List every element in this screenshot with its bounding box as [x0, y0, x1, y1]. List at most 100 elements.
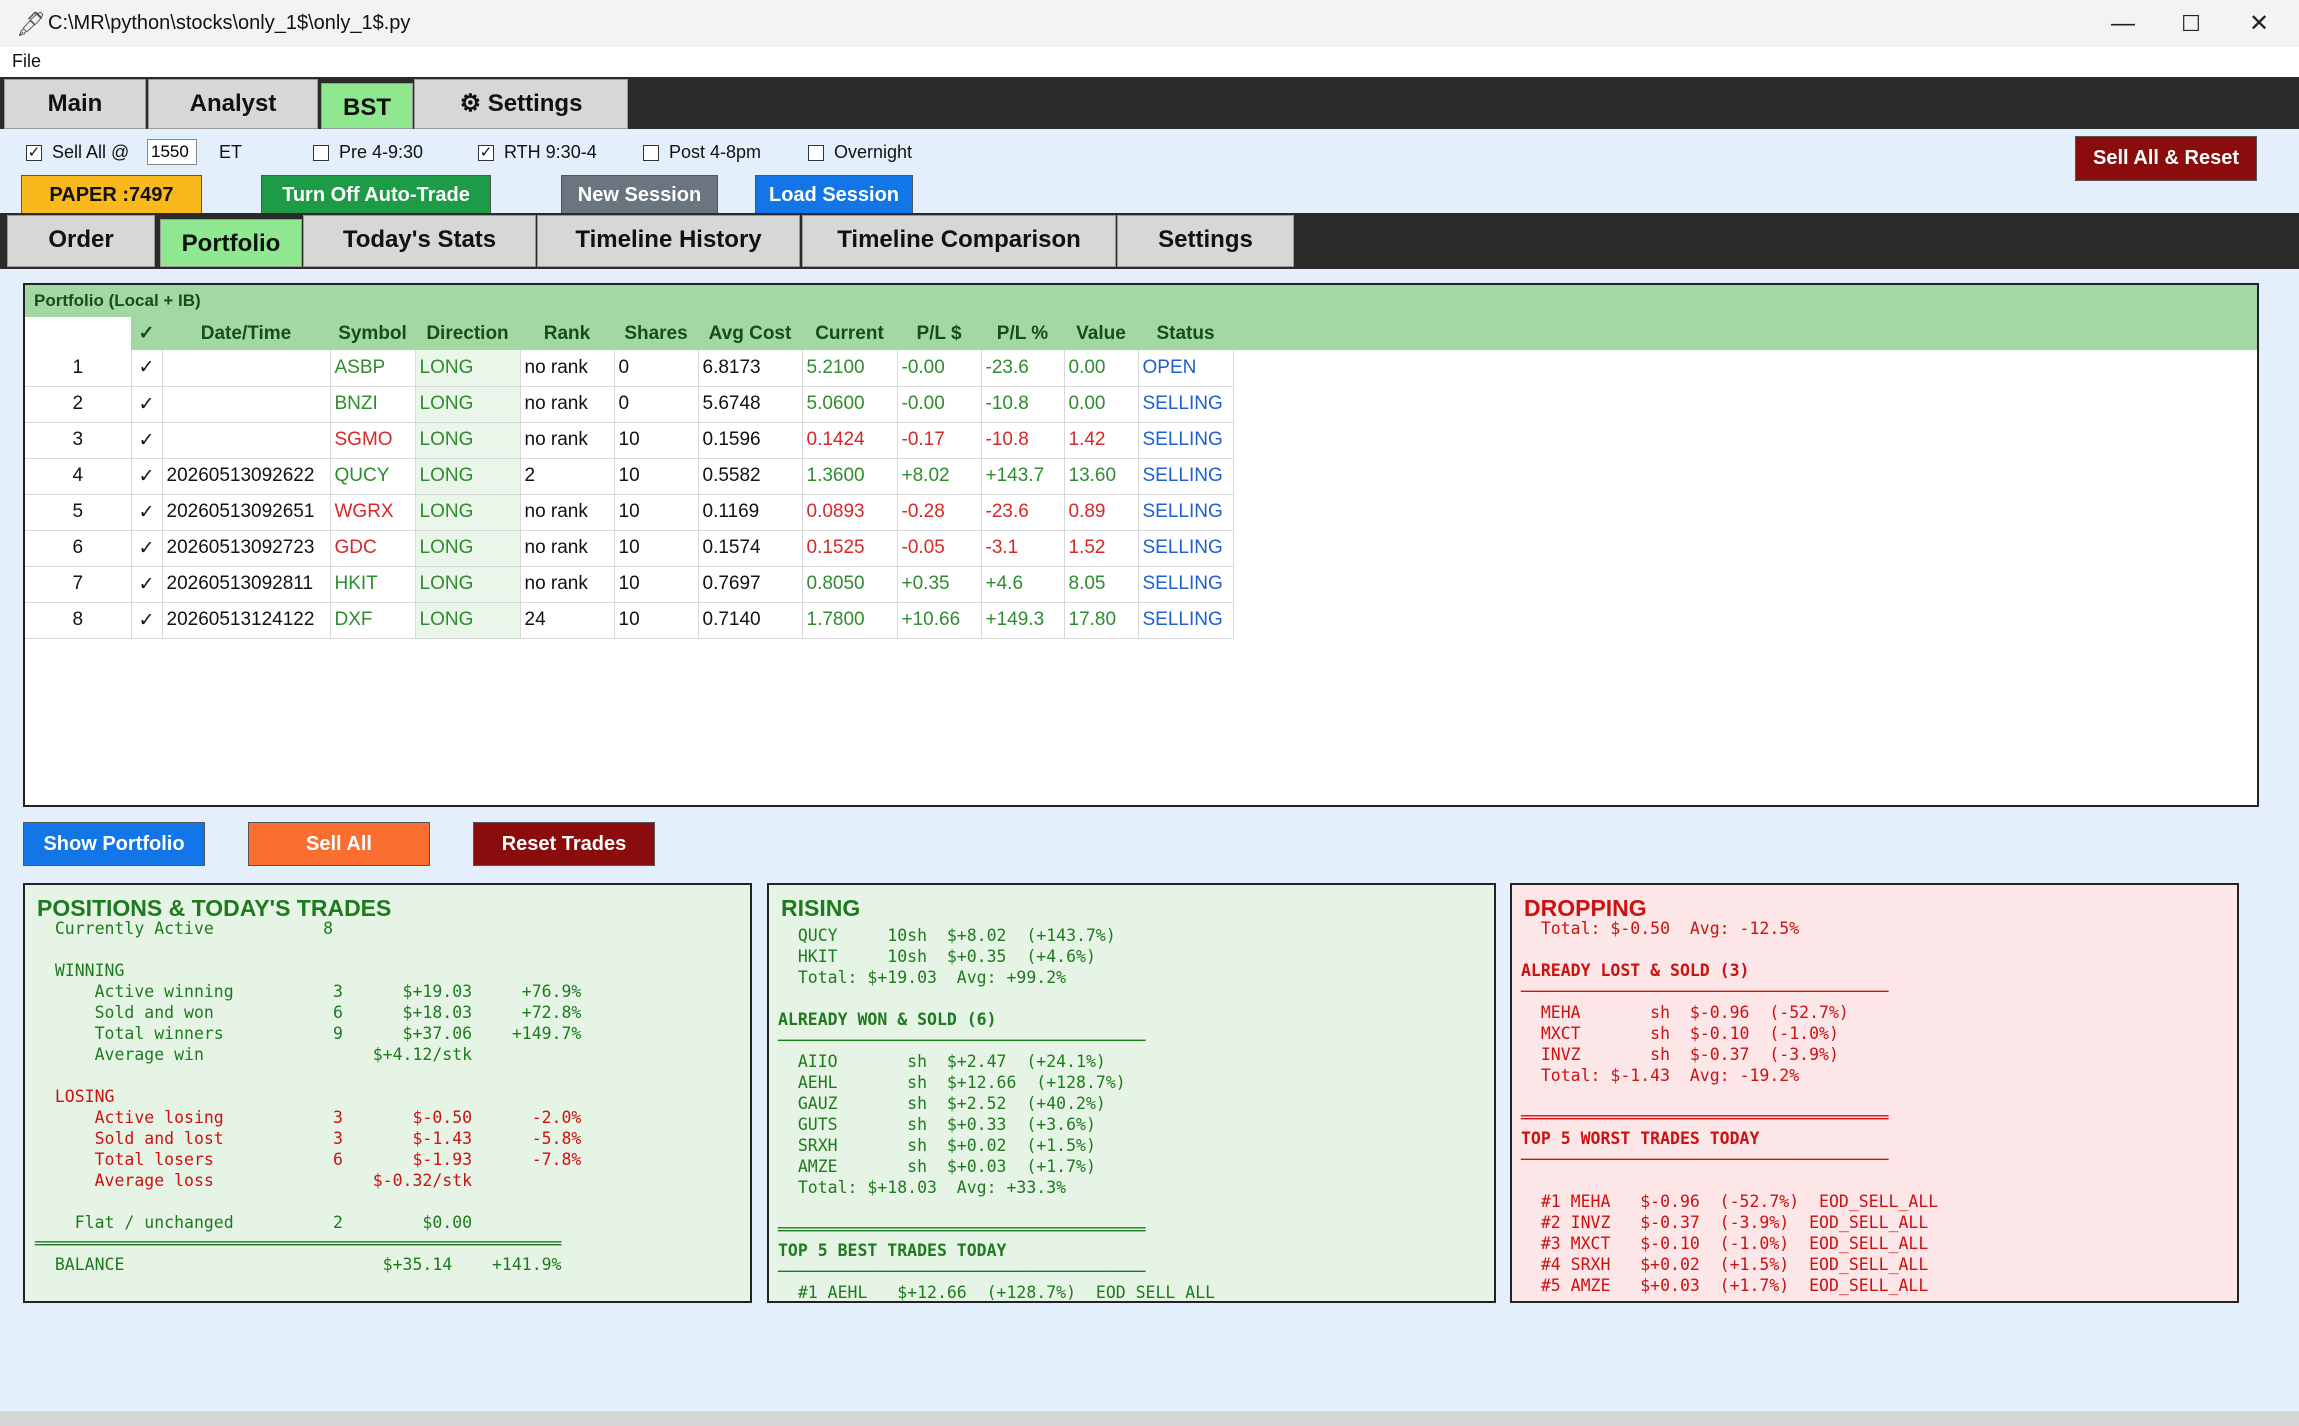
- table-cell: +8.02: [897, 458, 982, 495]
- checkbox-unchecked[interactable]: [313, 145, 329, 162]
- table-row[interactable]: 5 ✓ 20260513092651 WGRX LONG no rank 10 0.1169 0…: [25, 494, 1234, 531]
- tab-settings-sub[interactable]: Settings: [1117, 215, 1294, 267]
- table-cell: 4: [25, 458, 132, 495]
- text-line: Active winning 3 $+19.03 +76.9%: [35, 982, 582, 1001]
- table-cell: 0.1424: [802, 422, 898, 459]
- rising-title: RISING: [781, 895, 861, 921]
- text-line: ─────────────────────────────────────: [778, 1031, 1146, 1050]
- sell-all-button[interactable]: Sell All: [248, 822, 430, 866]
- table-cell: GDC: [330, 530, 416, 567]
- text-line: ─────────────────────────────────────: [778, 1262, 1146, 1281]
- table-cell: 1.3600: [802, 458, 898, 495]
- text-line: Currently Active 8: [35, 919, 334, 938]
- text-line: SRXH sh $+0.02 (+1.5%): [778, 1136, 1096, 1155]
- text-line: Total losers 6 $-1.93 -7.8%: [35, 1150, 582, 1169]
- text-line: Flat / unchanged 2 $0.00: [35, 1213, 473, 1232]
- tab-order[interactable]: Order: [7, 215, 155, 267]
- app-body: Main Analyst BST ⚙ Settings ✓ Sell All @ …: [0, 77, 2299, 1426]
- text-line: [1521, 939, 1938, 960]
- portfolio-col-header[interactable]: Shares: [614, 317, 698, 350]
- portfolio-table: ✓ Date/Time Symbol Direction Rank Shares Avg C…: [25, 317, 1234, 639]
- show-portfolio-button[interactable]: Show Portfolio: [23, 822, 205, 866]
- load-session-button[interactable]: Load Session: [755, 175, 913, 215]
- portfolio-col-header[interactable]: Status: [1138, 317, 1233, 350]
- sell-all-checkbox[interactable]: ✓ Sell All @: [26, 142, 129, 163]
- sell-all-reset-button[interactable]: Sell All & Reset: [2075, 136, 2257, 181]
- portfolio-col-header[interactable]: P/L %: [981, 317, 1064, 350]
- table-cell: 2: [25, 386, 132, 423]
- table-cell: -0.17: [897, 422, 982, 459]
- portfolio-col-header[interactable]: Rank: [520, 317, 614, 350]
- checkbox-checked[interactable]: ✓: [26, 145, 42, 162]
- portfolio-col-header[interactable]: [25, 317, 131, 350]
- table-cell: 0.1574: [698, 530, 803, 567]
- table-cell: ✓: [131, 566, 163, 603]
- table-cell: -0.28: [897, 494, 982, 531]
- table-row[interactable]: 6 ✓ 20260513092723 GDC LONG no rank 10 0.1574 0.…: [25, 530, 1234, 567]
- tab-bst[interactable]: BST: [321, 83, 413, 129]
- table-row[interactable]: 2 ✓ BNZI LONG no rank 0 5.6748 5.0600 -0.00 -10.8…: [25, 386, 1234, 423]
- table-cell: 0: [614, 386, 699, 423]
- post-market-checkbox[interactable]: Post 4-8pm: [643, 142, 761, 163]
- maximize-button[interactable]: ☐: [2157, 0, 2225, 47]
- checkbox-checked[interactable]: ✓: [478, 145, 494, 162]
- tab-portfolio[interactable]: Portfolio: [160, 219, 302, 267]
- checkbox-unchecked[interactable]: [643, 145, 659, 162]
- table-cell: 10: [614, 458, 699, 495]
- table-row[interactable]: 7 ✓ 20260513092811 HKIT LONG no rank 10 0.7697 0…: [25, 566, 1234, 603]
- portfolio-col-header[interactable]: Value: [1064, 317, 1138, 350]
- table-cell: 8: [25, 602, 132, 639]
- table-cell: 0.1596: [698, 422, 803, 459]
- tab-timeline-history[interactable]: Timeline History: [537, 215, 800, 267]
- menu-file[interactable]: File: [12, 51, 41, 72]
- portfolio-col-header[interactable]: P/L $: [897, 317, 981, 350]
- new-session-button[interactable]: New Session: [561, 175, 718, 215]
- table-cell: 6.8173: [698, 350, 803, 387]
- tab-settings-main[interactable]: ⚙ Settings: [414, 79, 628, 129]
- portfolio-col-header[interactable]: Current: [802, 317, 897, 350]
- table-row[interactable]: 8 ✓ 20260513124122 DXF LONG 24 10 0.7140 1.7800 +…: [25, 602, 1234, 639]
- tab-analyst[interactable]: Analyst: [148, 79, 318, 129]
- text-line: [35, 939, 581, 960]
- table-cell: 20260513092723: [162, 530, 331, 567]
- table-row[interactable]: 3 ✓ SGMO LONG no rank 10 0.1596 0.1424 -0.17 -10.…: [25, 422, 1234, 459]
- table-cell: -0.00: [897, 350, 982, 387]
- auto-trade-button[interactable]: Turn Off Auto-Trade: [261, 175, 491, 215]
- minimize-button[interactable]: —: [2089, 0, 2157, 47]
- table-cell: 1.42: [1064, 422, 1139, 459]
- text-line: TOP 5 WORST TRADES TODAY: [1521, 1129, 1760, 1148]
- tab-timeline-comparison[interactable]: Timeline Comparison: [802, 215, 1116, 267]
- table-cell: 5.6748: [698, 386, 803, 423]
- paper-account-button[interactable]: PAPER :7497: [21, 175, 202, 215]
- text-line: MXCT sh $-0.10 (-1.0%): [1521, 1024, 1839, 1043]
- portfolio-col-header[interactable]: Avg Cost: [698, 317, 802, 350]
- table-row[interactable]: 4 ✓ 20260513092622 QUCY LONG 2 10 0.5582 1.3600 +…: [25, 458, 1234, 495]
- table-cell: 20260513092651: [162, 494, 331, 531]
- rth-checkbox[interactable]: ✓ RTH 9:30-4: [478, 142, 597, 163]
- sell-all-time-input[interactable]: 1550: [147, 139, 197, 165]
- portfolio-col-header[interactable]: Symbol: [330, 317, 415, 350]
- table-cell: no rank: [520, 386, 615, 423]
- portfolio-col-header[interactable]: Date/Time: [162, 317, 330, 350]
- text-line: ═════════════════════════════════════: [778, 1220, 1146, 1239]
- portfolio-col-header[interactable]: Direction: [415, 317, 520, 350]
- checkbox-unchecked[interactable]: [808, 145, 824, 162]
- table-cell: 20260513092811: [162, 566, 331, 603]
- text-line: #2 INVZ $-0.37 (-3.9%) EOD_SELL_ALL: [1521, 1213, 1929, 1232]
- text-line: LOSING: [35, 1087, 115, 1106]
- table-cell: SELLING: [1138, 494, 1234, 531]
- text-line: GUTS sh $+0.33 (+3.6%): [778, 1115, 1096, 1134]
- tab-main[interactable]: Main: [4, 79, 146, 129]
- table-cell: SGMO: [330, 422, 416, 459]
- pre-market-checkbox[interactable]: Pre 4-9:30: [313, 142, 423, 163]
- reset-trades-button[interactable]: Reset Trades: [473, 822, 655, 866]
- table-cell: +4.6: [981, 566, 1065, 603]
- table-row[interactable]: 1 ✓ ASBP LONG no rank 0 6.8173 5.2100 -0.00 -23.6…: [25, 350, 1234, 387]
- overnight-checkbox[interactable]: Overnight: [808, 142, 912, 163]
- tab-todays-stats[interactable]: Today's Stats: [303, 215, 536, 267]
- table-cell: 6: [25, 530, 132, 567]
- table-cell: ✓: [131, 458, 163, 495]
- table-cell: SELLING: [1138, 458, 1234, 495]
- portfolio-col-header[interactable]: ✓: [131, 317, 162, 350]
- close-button[interactable]: ✕: [2225, 0, 2293, 47]
